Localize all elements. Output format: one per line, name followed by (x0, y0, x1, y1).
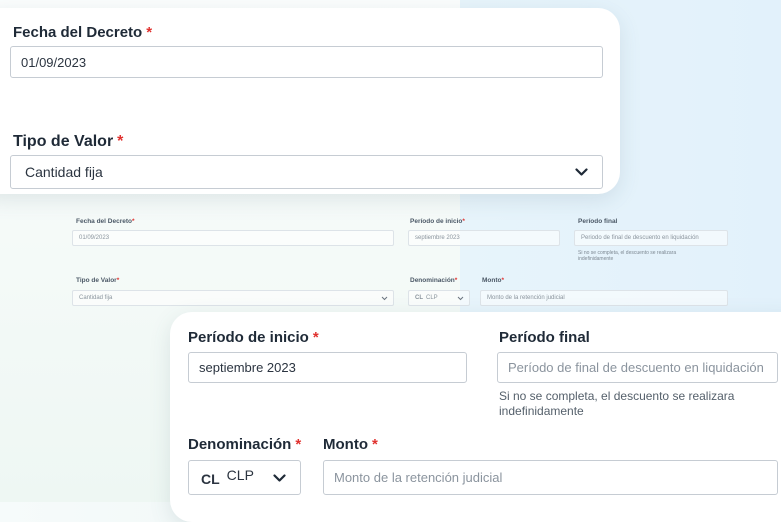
mini-tipo-label: Tipo de Valor* (76, 277, 120, 284)
periodo-inicio-label: Período de inicio * (188, 329, 319, 346)
mini-fecha-input: 01/09/2023 (72, 230, 394, 246)
mini-final-input: Periodo de final de descuento en liquida… (574, 230, 728, 246)
mini-inicio-input: septiembre 2023 (408, 230, 560, 246)
mini-chevron-down-icon-2 (457, 296, 464, 301)
chevron-down-icon (273, 474, 286, 482)
mini-final-hint: Si no se completa, el descuento se reali… (578, 250, 677, 262)
periodo-final-input[interactable]: Período de final de descuento en liquida… (497, 352, 778, 383)
mini-denom-label: Denominación* (410, 277, 458, 284)
mini-monto-input: Monto de la retención judicial (480, 290, 728, 306)
currency-flag-code: CL (201, 471, 220, 487)
fecha-decreto-input[interactable]: 01/09/2023 (10, 46, 603, 78)
monto-label: Monto * (323, 436, 378, 453)
mini-chevron-down-icon (381, 296, 388, 301)
background-form-preview: Fecha del Decreto* 01/09/2023 Período de… (62, 208, 730, 316)
monto-input[interactable]: Monto de la retención judicial (323, 460, 778, 495)
denominacion-label: Denominación * (188, 436, 302, 453)
fecha-decreto-label: Fecha del Decreto * (13, 24, 153, 41)
mini-final-label: Período final (578, 218, 618, 225)
periodo-final-label: Período final (499, 329, 590, 346)
denominacion-select[interactable]: CL CLP (188, 460, 301, 495)
tipo-valor-select[interactable]: Cantidad fija (10, 155, 603, 189)
periodo-final-hint: Si no se completa, el descuento se reali… (499, 389, 735, 418)
mini-fecha-label: Fecha del Decreto* (76, 218, 135, 225)
mini-monto-label: Monto* (482, 277, 505, 284)
chevron-down-icon (575, 168, 588, 176)
top-card: Fecha del Decreto * 01/09/2023 Tipo de Va… (0, 8, 620, 194)
mini-tipo-select: Cantidad fija (72, 290, 394, 306)
periodo-inicio-input[interactable]: septiembre 2023 (188, 352, 467, 383)
tipo-valor-label: Tipo de Valor * (13, 133, 124, 150)
mini-denom-select: CL CLP (408, 290, 470, 306)
bottom-card: Período de inicio * septiembre 2023 Perío… (170, 312, 781, 522)
mini-inicio-label: Período de inicio* (410, 218, 465, 225)
